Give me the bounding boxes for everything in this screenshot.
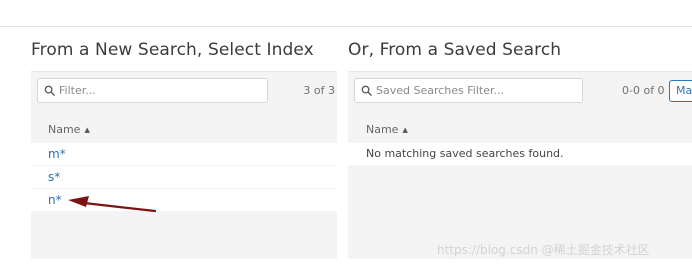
name-column-label: Name: [48, 123, 81, 136]
saved-search-panel: 0-0 of 0 Ma Name ▲ No matching saved sea…: [348, 71, 692, 259]
search-icon: [361, 85, 372, 96]
saved-search-filter-box[interactable]: [354, 78, 583, 103]
index-filter-box[interactable]: [37, 78, 268, 103]
watermark: https://blog.csdn @稀土掘金技术社区: [437, 243, 650, 257]
index-pattern-link[interactable]: s*: [48, 170, 60, 184]
index-count: 3 of 3: [303, 84, 335, 97]
saved-search-heading: Or, From a Saved Search: [348, 40, 562, 60]
index-pattern-link[interactable]: m*: [48, 147, 66, 161]
saved-search-count: 0-0 of 0: [622, 84, 665, 97]
empty-state-message: No matching saved searches found.: [366, 147, 564, 160]
name-column-header[interactable]: Name ▲: [366, 123, 408, 136]
sort-ascending-icon: ▲: [402, 125, 408, 134]
index-row[interactable]: n*: [31, 189, 337, 211]
empty-state-row: No matching saved searches found.: [348, 143, 692, 165]
search-icon: [44, 85, 55, 96]
index-pattern-link[interactable]: n*: [48, 193, 62, 207]
index-filter-input[interactable]: [59, 84, 239, 97]
sort-ascending-icon: ▲: [84, 125, 90, 134]
top-divider: [0, 26, 692, 27]
index-row[interactable]: m*: [31, 143, 337, 165]
index-row[interactable]: s*: [31, 166, 337, 188]
name-column-header[interactable]: Name ▲: [48, 123, 90, 136]
name-column-label: Name: [366, 123, 399, 136]
index-pattern-panel: 3 of 3 Name ▲ m* s* n*: [31, 71, 337, 259]
manage-saved-searches-button[interactable]: Ma: [669, 80, 692, 102]
saved-search-filter-input[interactable]: [376, 84, 556, 97]
new-search-heading: From a New Search, Select Index: [31, 40, 314, 60]
